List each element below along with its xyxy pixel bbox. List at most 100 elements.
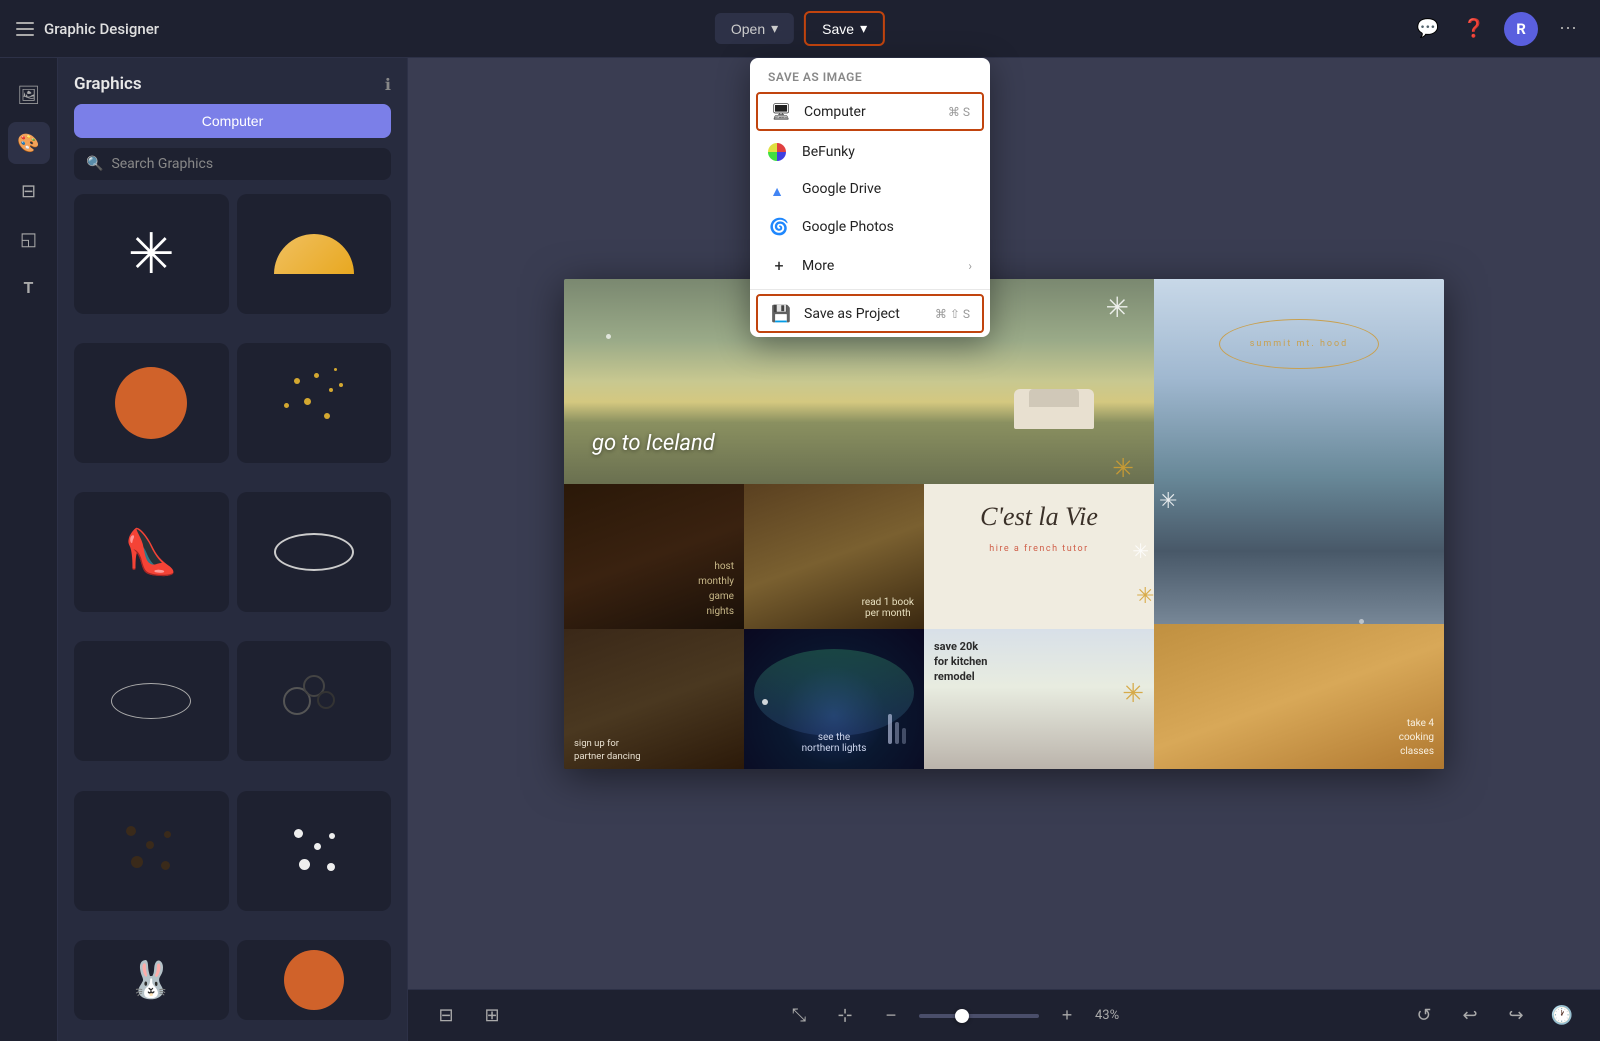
sidebar: Graphics ℹ Computer 🔍 Search Graphics ✳ [58,58,408,1041]
dots-gold-shape [274,368,354,438]
rings-shape [279,671,349,731]
zoom-slider[interactable] [919,1014,1039,1018]
save-button[interactable]: Save ▾ [804,11,885,46]
bottom-row: hostmonthlygamenights read 1 bookper mon… [564,484,1154,769]
oval-white-shape [274,533,354,571]
graphic-cell-dots-dark[interactable] [74,791,229,911]
open-chevron-icon: ▾ [771,20,778,37]
info-icon[interactable]: ℹ [385,75,391,94]
circle-orange-shape [115,367,187,439]
jeep-shape [1014,389,1094,429]
dot-deco-1 [606,334,611,339]
undo-button[interactable]: ↩ [1452,998,1488,1034]
graphic-cell-dots-gold[interactable] [237,343,392,463]
bottom-bar: ⊟ ⊞ ⤡ ⊹ − + 43% ↺ ↩ ↪ 🕐 [408,989,1600,1041]
save-chevron-icon: ▾ [860,20,867,37]
zoom-in-button[interactable]: + [1049,998,1085,1034]
menu-icon[interactable] [16,22,34,36]
summit-text: summit mt. hood [1250,339,1349,349]
search-bar[interactable]: 🔍 Search Graphics [74,148,391,180]
redo-button[interactable]: ↪ [1498,998,1534,1034]
graphic-cell-asterisk[interactable]: ✳ [74,194,229,314]
french-image: C'est la Vie hire a french tutor [924,484,1154,629]
grid-button[interactable]: ⊞ [474,998,510,1034]
dots-white-shape [279,821,349,881]
heels-shape: 👠 [124,526,179,578]
rail-shapes-icon[interactable]: ◱ [8,218,50,260]
icon-rail: 🖼 🎨 ⊟ ◱ T [0,58,58,1041]
open-button[interactable]: Open ▾ [715,13,794,44]
graphic-cell-oval-white[interactable] [237,492,392,612]
halfcircle-shape [274,234,354,274]
asterisk-deco-5: ✳ [1132,539,1149,563]
zoom-level: 43% [1095,1008,1135,1023]
asterisk-shape: ✳ [128,226,175,282]
partial-shape-2 [284,950,344,1010]
zoom-out-button[interactable]: − [873,998,909,1034]
game-image: hostmonthlygamenights [564,484,744,629]
canvas-content[interactable]: ✳ summit mt. hood ✳ [564,279,1444,769]
rail-image-icon[interactable]: 🖼 [8,74,50,116]
graphics-grid: ✳ [58,194,407,1041]
croissant-image: take 4cookingclasses [1154,624,1444,769]
graphic-cell-partial2[interactable] [237,940,392,1020]
kitchen-image: save 20kfor kitchenremodel ✳ [924,629,1154,769]
graphic-cell-oval-thin[interactable] [74,641,229,761]
partial-shape-1: 🐰 [129,959,174,1001]
rail-graphics-icon[interactable]: 🎨 [8,122,50,164]
layers-button[interactable]: ⊟ [428,998,464,1034]
graphic-cell-dots-white[interactable] [237,791,392,911]
dots-dark-shape [116,821,186,881]
bottom-right-tools: ↺ ↩ ↪ 🕐 [1406,998,1580,1034]
french-sub: hire a french tutor [989,544,1088,554]
book-text: read 1 bookper month [862,597,914,619]
dot-deco-3 [1359,619,1364,624]
dance-image: sign up forpartner dancing [564,629,744,769]
bar-deco [888,714,906,744]
graphic-cell-halfcircle[interactable] [237,194,392,314]
help-icon[interactable]: ❓ [1458,13,1490,45]
zoom-thumb[interactable] [955,1009,969,1023]
asterisk-deco-4: ✳ [1136,584,1154,609]
rail-text-icon[interactable]: T [8,266,50,308]
bottom-left-tools: ⊟ ⊞ [428,998,510,1034]
refresh-button[interactable]: ↺ [1406,998,1442,1034]
game-text: hostmonthlygamenights [698,559,734,619]
topbar-right: 💬 ❓ R ⋯ [1412,12,1584,46]
oval-thin-shape [111,683,191,719]
kitchen-text: save 20kfor kitchenremodel [934,639,987,685]
croissant-text: take 4cookingclasses [1399,717,1434,759]
asterisk-deco-3: ✳ [1112,454,1134,484]
main-layout: 🖼 🎨 ⊟ ◱ T Graphics ℹ Computer 🔍 Search G… [0,58,1600,1041]
book-image: read 1 bookper month [744,484,924,629]
more-options-icon[interactable]: ⋯ [1552,13,1584,45]
canvas-area: ✳ summit mt. hood ✳ [408,58,1600,1041]
northern-image: see thenorthern lights [744,629,924,769]
asterisk-deco-1: ✳ [1106,291,1129,324]
fit-screen-button[interactable]: ⤡ [781,998,817,1034]
rail-layers-icon[interactable]: ⊟ [8,170,50,212]
sidebar-header: Graphics ℹ [58,58,407,104]
tab-computer[interactable]: Computer [74,104,391,138]
graphic-cell-heels[interactable]: 👠 [74,492,229,612]
canvas-wrapper: ✳ summit mt. hood ✳ [408,58,1600,989]
graphic-cell-partial1[interactable]: 🐰 [74,940,229,1020]
history-button[interactable]: 🕐 [1544,998,1580,1034]
graphic-cell-rings[interactable] [237,641,392,761]
iceland-image: ✳ [564,279,1154,484]
bottom-center-tools: ⤡ ⊹ − + 43% [781,998,1135,1034]
asterisk-deco-2: ✳ [1159,489,1177,514]
crop-button[interactable]: ⊹ [827,998,863,1034]
sidebar-tabs: Computer [58,104,407,148]
graphic-cell-circle[interactable] [74,343,229,463]
asterisk-deco-kitchen: ✳ [1122,679,1144,709]
chat-icon[interactable]: 💬 [1412,13,1444,45]
topbar-center: Open ▾ Save ▾ [715,11,885,46]
avatar[interactable]: R [1504,12,1538,46]
topbar-left: Graphic Designer [16,20,1400,38]
search-bar-placeholder: Search Graphics [111,156,213,172]
dance-text: sign up forpartner dancing [574,737,641,764]
northern-text: see thenorthern lights [802,732,867,754]
dot-deco-2 [762,699,768,705]
french-title: C'est la Vie [980,502,1098,532]
